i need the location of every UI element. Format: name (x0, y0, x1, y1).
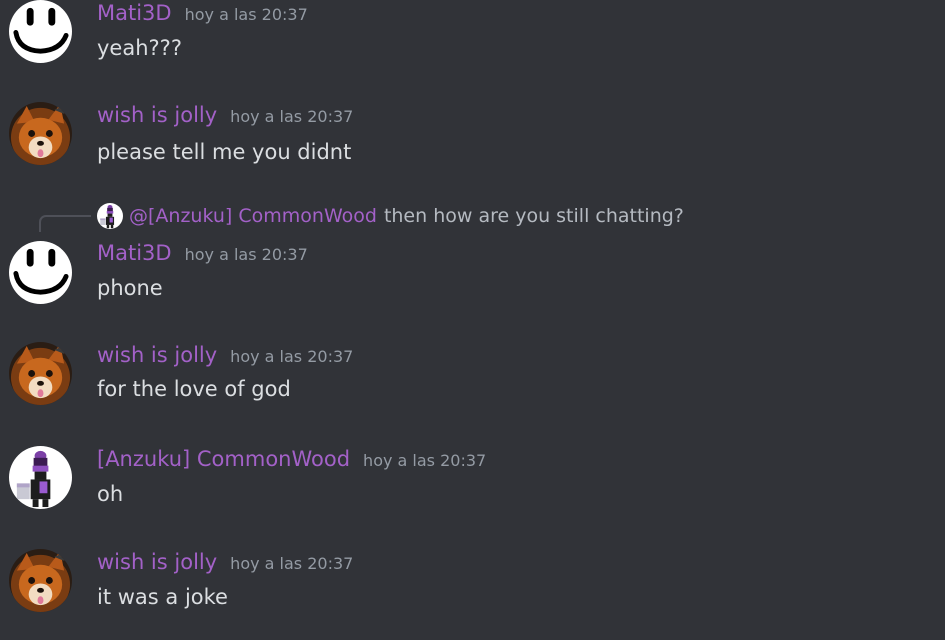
reply-reference[interactable]: @[Anzuku] CommonWood then how are you st… (97, 203, 684, 229)
reply-mention[interactable]: @[Anzuku] CommonWood (129, 205, 377, 227)
message-username[interactable]: [Anzuku] CommonWood (97, 447, 350, 471)
message-content: please tell me you didnt (97, 140, 352, 164)
fox-witch-avatar-icon[interactable] (9, 102, 72, 165)
message-timestamp[interactable]: hoy a las 20:37 (185, 245, 308, 264)
message-content: it was a joke (97, 585, 228, 609)
message-timestamp[interactable]: hoy a las 20:37 (230, 554, 353, 573)
message-item: wish is jolly hoy a las 20:37 it was a j… (0, 538, 945, 638)
message-item: Mati3D hoy a las 20:37 yeah??? (0, 0, 945, 80)
message-username[interactable]: Mati3D (97, 241, 172, 265)
message-content: for the love of god (97, 377, 291, 401)
message-username[interactable]: Mati3D (97, 1, 172, 25)
message-timestamp[interactable]: hoy a las 20:37 (230, 107, 353, 126)
smiley-face-avatar-icon[interactable] (9, 0, 72, 63)
message-item: [Anzuku] CommonWood hoy a las 20:37 oh (0, 435, 945, 525)
message-content: phone (97, 276, 163, 300)
message-username[interactable]: wish is jolly (97, 103, 217, 127)
purple-figure-avatar-icon[interactable] (97, 203, 123, 229)
message-timestamp[interactable]: hoy a las 20:37 (185, 5, 308, 24)
message-content: yeah??? (97, 36, 182, 60)
reply-preview-text[interactable]: then how are you still chatting? (384, 205, 684, 227)
message-item: Mati3D hoy a las 20:37 phone (0, 230, 945, 310)
message-item: wish is jolly hoy a las 20:37 please tel… (0, 90, 945, 180)
message-username[interactable]: wish is jolly (97, 343, 217, 367)
message-username[interactable]: wish is jolly (97, 550, 217, 574)
message-item: wish is jolly hoy a las 20:37 for the lo… (0, 330, 945, 420)
message-timestamp[interactable]: hoy a las 20:37 (363, 451, 486, 470)
message-timestamp[interactable]: hoy a las 20:37 (230, 347, 353, 366)
smiley-face-avatar-icon[interactable] (9, 241, 72, 304)
message-content: oh (97, 482, 124, 506)
purple-figure-avatar-icon[interactable] (9, 446, 72, 509)
message-list: Mati3D hoy a las 20:37 yeah??? wish is j… (0, 0, 945, 640)
fox-witch-avatar-icon[interactable] (9, 342, 72, 405)
fox-witch-avatar-icon[interactable] (9, 549, 72, 612)
